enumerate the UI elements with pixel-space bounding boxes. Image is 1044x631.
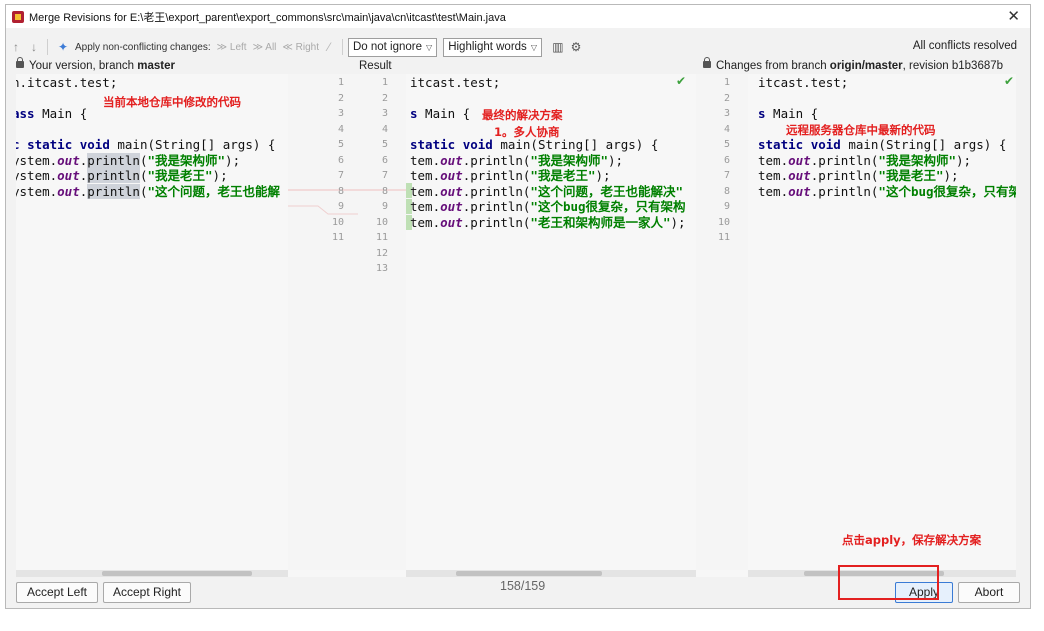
line-number: 9 bbox=[337, 201, 344, 212]
annotation-apply-hint: 点击apply，保存解决方案 bbox=[842, 533, 982, 547]
line-number: 6 bbox=[723, 154, 730, 166]
previous-conflict-arrow-icon[interactable]: ↑ bbox=[8, 40, 24, 54]
left-branch-name: master bbox=[137, 60, 175, 72]
line-number: 11 bbox=[331, 232, 344, 243]
line-number: 9 bbox=[723, 201, 730, 212]
right-revision: , revision b1b3687b bbox=[902, 60, 1004, 72]
close-icon[interactable]: ✕ bbox=[1007, 7, 1020, 25]
connector-path bbox=[288, 205, 358, 215]
line-number: 10 bbox=[331, 216, 344, 228]
line-number: 5 bbox=[337, 139, 344, 150]
line-number: 8 bbox=[337, 185, 344, 197]
line-number: 12 bbox=[375, 247, 388, 259]
change-connector-lines bbox=[288, 189, 406, 215]
window-title: Merge Revisions for E:\老王\export_parent\… bbox=[29, 11, 506, 24]
right-editor-pane[interactable]: itcast.test; s Main { static void main(S… bbox=[748, 74, 1016, 570]
annotation-left: 当前本地仓库中修改的代码 bbox=[103, 95, 241, 109]
checkmark-icon: ✔ bbox=[1004, 74, 1015, 88]
line-number: 2 bbox=[723, 92, 730, 104]
wand-icon[interactable]: ⁄ bbox=[321, 40, 337, 54]
left-editor-pane[interactable]: n.itcast.test; ass Main { c static void … bbox=[16, 74, 288, 570]
gear-icon[interactable]: ⚙ bbox=[568, 40, 584, 54]
chevron-down-icon: ▽ bbox=[530, 42, 537, 52]
lock-icon bbox=[16, 57, 24, 68]
toolbar-separator bbox=[341, 39, 343, 55]
annotation-middle-subtitle: 1。多人协商 bbox=[494, 125, 560, 139]
scrollbar-thumb[interactable] bbox=[456, 571, 602, 576]
magic-resolve-icon[interactable]: ✦ bbox=[55, 40, 71, 54]
title-bar: Merge Revisions for E:\老王\export_parent\… bbox=[6, 5, 1030, 28]
apply-left-button[interactable]: ≫ Left bbox=[217, 42, 247, 53]
left-horizontal-scrollbar[interactable] bbox=[16, 570, 288, 577]
scrollbar-thumb[interactable] bbox=[102, 571, 252, 576]
result-code-text: itcast.test; s Main { static void main(S… bbox=[410, 75, 686, 230]
whitespace-select[interactable]: Do not ignore ▽ bbox=[347, 37, 438, 57]
left-pane-header: Your version, branch master bbox=[16, 57, 175, 72]
line-number: 11 bbox=[717, 232, 730, 243]
line-number: 8 bbox=[723, 185, 730, 197]
line-number: 4 bbox=[337, 123, 344, 135]
line-number: 3 bbox=[381, 108, 388, 119]
line-number: 1 bbox=[723, 77, 730, 88]
line-number: 7 bbox=[723, 170, 730, 181]
intellij-app-icon bbox=[12, 10, 24, 23]
checkmark-icon: ✔ bbox=[676, 74, 687, 88]
next-conflict-arrow-icon[interactable]: ↓ bbox=[26, 40, 42, 54]
right-header-text: Changes from branch bbox=[716, 60, 830, 72]
left-result-gutter: 1 2 3 4 5 6 7 8 9 10 11 1 2 3 4 5 6 7 8 9 10 11 12 13 bbox=[288, 74, 406, 570]
line-number: 7 bbox=[381, 170, 388, 181]
merge-toolbar: ↑ ↓ ✦ Apply non-conflicting changes: ≫ L… bbox=[6, 36, 1030, 58]
columns-icon[interactable]: ▥ bbox=[550, 40, 566, 54]
line-number: 3 bbox=[337, 108, 344, 119]
line-number: 3 bbox=[723, 108, 730, 119]
apply-highlight-box bbox=[838, 565, 939, 600]
result-right-gutter: 1 2 3 4 5 6 7 8 9 10 11 bbox=[696, 74, 748, 570]
chevron-down-icon: ▽ bbox=[426, 42, 433, 52]
merge-revisions-dialog: Merge Revisions for E:\老王\export_parent\… bbox=[5, 4, 1031, 609]
line-number: 13 bbox=[375, 263, 388, 274]
line-number: 4 bbox=[381, 123, 388, 135]
result-editor-pane[interactable]: itcast.test; s Main { static void main(S… bbox=[406, 74, 696, 570]
line-number: 10 bbox=[375, 216, 388, 228]
highlight-select[interactable]: Highlight words ▽ bbox=[443, 37, 542, 57]
line-number: 5 bbox=[381, 139, 388, 150]
lock-icon bbox=[703, 57, 711, 68]
right-pane-header: Changes from branch origin/master, revis… bbox=[703, 57, 1004, 72]
accept-left-button[interactable]: Accept Left bbox=[16, 582, 98, 603]
conflicts-status: All conflicts resolved bbox=[912, 40, 1017, 52]
line-number: 2 bbox=[337, 92, 344, 104]
line-number: 5 bbox=[723, 139, 730, 150]
apply-right-button[interactable]: ≪ Right bbox=[282, 42, 319, 53]
apply-all-button[interactable]: ≫ All bbox=[253, 42, 277, 53]
line-number: 8 bbox=[381, 185, 388, 197]
line-number: 11 bbox=[375, 232, 388, 243]
line-number: 10 bbox=[717, 216, 730, 228]
line-number: 7 bbox=[337, 170, 344, 181]
line-number: 1 bbox=[337, 77, 344, 88]
whitespace-select-value: Do not ignore bbox=[352, 40, 423, 53]
result-pane-header: Result bbox=[359, 60, 392, 72]
merge-editor: n.itcast.test; ass Main { c static void … bbox=[16, 74, 1016, 577]
line-number: 9 bbox=[381, 201, 388, 212]
apply-nonconflicting-label: Apply non-conflicting changes: bbox=[75, 41, 211, 53]
change-counter: 158/159 bbox=[500, 579, 546, 593]
line-number: 1 bbox=[381, 77, 388, 88]
right-branch-name: origin/master bbox=[829, 60, 903, 72]
line-number: 6 bbox=[381, 154, 388, 166]
result-horizontal-scrollbar[interactable] bbox=[406, 570, 696, 577]
annotation-middle-title: 最终的解决方案 bbox=[482, 108, 563, 122]
line-number: 4 bbox=[723, 123, 730, 135]
line-number: 2 bbox=[381, 92, 388, 104]
abort-button[interactable]: Abort bbox=[958, 582, 1020, 603]
left-header-text: Your version, branch bbox=[29, 60, 138, 72]
annotation-right: 远程服务器仓库中最新的代码 bbox=[786, 123, 936, 137]
accept-right-button[interactable]: Accept Right bbox=[103, 582, 191, 603]
highlight-select-value: Highlight words bbox=[448, 40, 527, 53]
toolbar-separator bbox=[47, 39, 48, 55]
line-number: 6 bbox=[337, 154, 344, 166]
